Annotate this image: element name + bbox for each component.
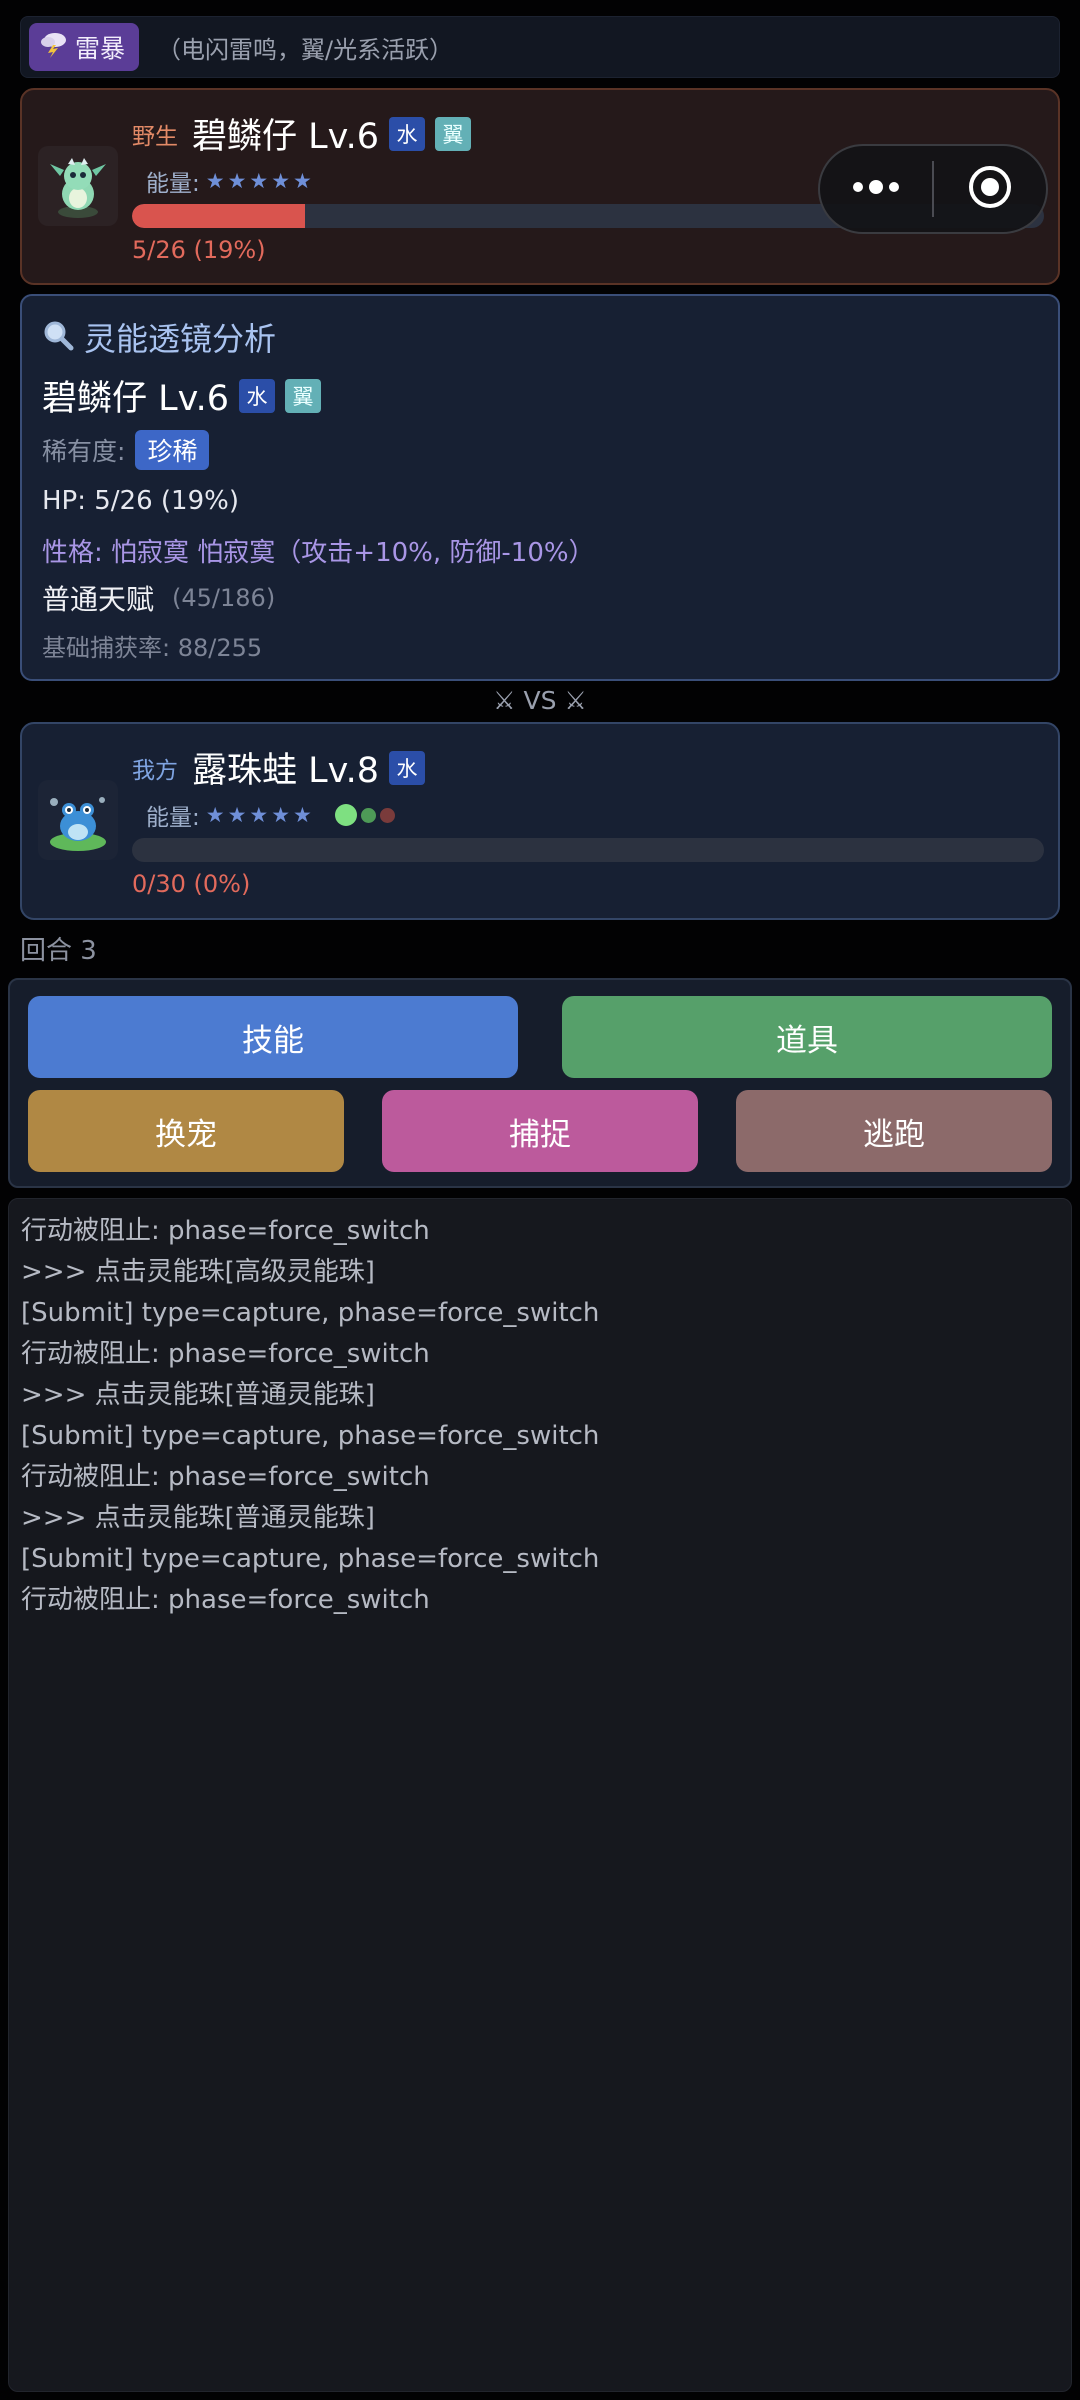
analysis-talent-row: 普通天赋 (45/186) <box>42 578 275 618</box>
analysis-title-row: 灵能透镜分析 <box>42 314 276 360</box>
ally-energy-label: 能量: <box>146 805 200 831</box>
log-line: 行动被阻止: phase=force_switch <box>21 1216 430 1246</box>
analysis-capture-rate: 基础捕获率: 88/255 <box>42 634 263 662</box>
analysis-capture-row: 基础捕获率: 88/255 <box>42 628 262 663</box>
analysis-name: 碧鳞仔 Lv.6 <box>42 379 230 419</box>
action-panel: 技能 道具 换宠 捕捉 逃跑 <box>8 978 1072 1188</box>
magnifier-icon <box>42 319 74 355</box>
analysis-talent-detail: (45/186) <box>172 584 276 612</box>
ally-type-water: 水 <box>389 750 426 785</box>
enemy-type-water: 水 <box>389 116 426 151</box>
enemy-type-wing: 翼 <box>435 116 472 151</box>
weather-label: 雷暴 <box>75 34 126 63</box>
enemy-energy-stars: ★★★★★ <box>205 169 315 193</box>
weather-description: （电闪雷鸣，翼/光系活跃） <box>157 35 454 64</box>
log-line: [Submit] type=capture, phase=force_switc… <box>21 1421 600 1451</box>
ally-hp-bar <box>132 838 1044 862</box>
ally-energy-stars: ★★★★★ <box>205 803 315 827</box>
log-line: 行动被阻止: phase=force_switch <box>21 1339 430 1369</box>
analysis-hp-row: HP: 5/26 (19%) <box>42 486 239 516</box>
more-button[interactable] <box>820 146 932 232</box>
rarity-label: 稀有度: <box>42 437 126 466</box>
item-button[interactable]: 道具 <box>562 996 1052 1078</box>
battle-log[interactable]: 行动被阻止: phase=force_switch >>> 点击灵能珠[高级灵能… <box>8 1198 1072 2392</box>
ally-avatar <box>38 780 118 860</box>
enemy-name: 碧鳞仔 Lv.6 <box>192 117 380 157</box>
ally-header: 我方 露珠蛙 Lv.8 水 <box>132 742 426 793</box>
enemy-energy-label: 能量: <box>146 171 200 197</box>
switch-pet-button[interactable]: 换宠 <box>28 1090 344 1172</box>
skill-button[interactable]: 技能 <box>28 996 518 1078</box>
lens-analysis-panel: 灵能透镜分析 碧鳞仔 Lv.6 水 翼 稀有度: 珍稀 HP: 5/26 (19… <box>20 294 1060 681</box>
thunderstorm-icon <box>39 29 69 65</box>
analysis-talent: 普通天赋 <box>42 583 155 616</box>
log-line: 行动被阻止: phase=force_switch <box>21 1462 430 1492</box>
log-line: [Submit] type=capture, phase=force_switc… <box>21 1544 600 1574</box>
enemy-header: 野生 碧鳞仔 Lv.6 水 翼 <box>132 108 472 159</box>
enemy-avatar <box>38 146 118 226</box>
enemy-hp-text: 5/26 (19%) <box>132 236 266 264</box>
analysis-nature-row: 性格: 怕寂寞 怕寂寞（攻击+10%, 防御-10%） <box>42 532 595 569</box>
analysis-title: 灵能透镜分析 <box>84 320 277 358</box>
orb-empty <box>379 807 395 823</box>
log-line: >>> 点击灵能珠[普通灵能珠] <box>21 1380 375 1410</box>
weather-bar: 雷暴 （电闪雷鸣，翼/光系活跃） <box>20 16 1060 78</box>
log-line: >>> 点击灵能珠[高级灵能珠] <box>21 1257 375 1287</box>
flee-button[interactable]: 逃跑 <box>736 1090 1052 1172</box>
capture-button[interactable]: 捕捉 <box>382 1090 698 1172</box>
ally-energy-row: 能量: ★★★★★ <box>146 798 395 832</box>
mini-program-capsule <box>818 144 1048 234</box>
vs-divider: ⚔ VS ⚔ <box>493 686 587 715</box>
log-line: 行动被阻止: phase=force_switch <box>21 1585 430 1615</box>
analysis-name-row: 碧鳞仔 Lv.6 水 翼 <box>42 370 322 421</box>
target-circle-icon <box>967 164 1013 214</box>
log-line: [Submit] type=capture, phase=force_switc… <box>21 1298 600 1328</box>
analysis-hp: HP: 5/26 (19%) <box>42 486 239 516</box>
analysis-type-wing: 翼 <box>285 378 322 413</box>
log-line: >>> 点击灵能珠[普通灵能珠] <box>21 1503 375 1533</box>
analysis-type-water: 水 <box>239 378 276 413</box>
enemy-energy-row: 能量: ★★★★★ <box>146 164 315 198</box>
ally-name: 露珠蛙 Lv.8 <box>192 751 380 791</box>
analysis-rarity-row: 稀有度: 珍稀 <box>42 430 210 470</box>
enemy-hp-fill <box>132 204 306 228</box>
analysis-nature: 性格: 怕寂寞 怕寂寞（攻击+10%, 防御-10%） <box>42 538 595 568</box>
weather-badge: 雷暴 <box>29 23 140 71</box>
ally-side-tag: 我方 <box>132 757 178 784</box>
round-counter: 回合 3 <box>20 936 97 966</box>
enemy-side-tag: 野生 <box>132 123 178 150</box>
close-mini-program-button[interactable] <box>934 146 1046 232</box>
orb-charged <box>360 807 376 823</box>
ally-hp-text: 0/30 (0%) <box>132 870 251 898</box>
ally-orbs <box>334 804 395 826</box>
orb-active <box>334 804 357 826</box>
more-dots-icon <box>850 179 902 199</box>
rarity-badge: 珍稀 <box>135 430 210 470</box>
ally-card: 我方 露珠蛙 Lv.8 水 能量: ★★★★★ 0/30 (0%) <box>20 722 1060 920</box>
